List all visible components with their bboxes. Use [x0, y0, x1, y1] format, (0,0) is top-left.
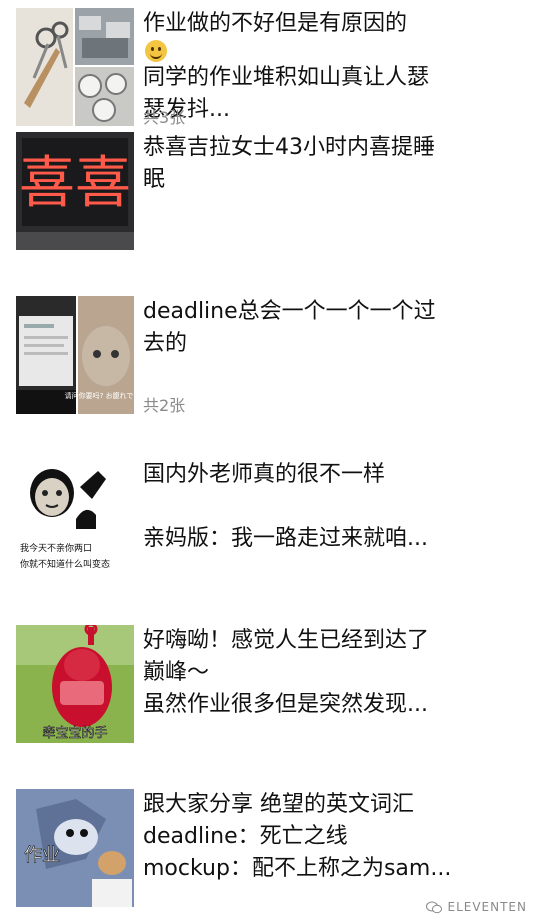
feed-item-5[interactable]: 牵宝宝的手 好嗨呦！感觉人生已经到达了 巅峰～ 虽然作业很多但是突然发现...: [0, 625, 539, 743]
tom-caption: 作业: [24, 845, 60, 866]
source-watermark: ELEVENTEN: [426, 900, 527, 914]
post-line: mockup：配不上称之为sam...: [143, 856, 452, 881]
post-line: 巅峰～: [143, 660, 210, 685]
thumbnail-scissors-photo[interactable]: [16, 8, 134, 126]
post-line: deadline：死亡之线: [143, 824, 348, 849]
post-line: 恭喜吉拉女士43小时内喜提睡: [143, 135, 435, 160]
post-line: 好嗨呦！感觉人生已经到达了: [143, 628, 430, 653]
post-line: 亲妈版：我一路走过来就咱...: [143, 526, 428, 551]
post-line: 瑟发抖...: [143, 97, 230, 122]
thumbnail-tom-and-jerry[interactable]: 作业: [16, 789, 134, 907]
post-title-text: 作业做的不好但是有原因的: [143, 11, 408, 36]
post-title: deadline总会一个一个一个过 去的: [143, 296, 483, 360]
post-line: 眠: [143, 167, 166, 192]
post-line: 同学的作业堆积如山真让人瑟: [143, 65, 430, 90]
post-line: 虽然作业很多但是突然发现...: [143, 692, 428, 717]
post-title: 跟大家分享 绝望的英文词汇 deadline：死亡之线 mockup：配不上称之…: [143, 789, 483, 885]
post-line: 去的: [143, 331, 188, 356]
article-feed: 作业做的不好但是有原因的 同学的作业堆积如山真让人瑟 瑟发抖... 共3张 喜喜…: [0, 0, 539, 924]
panda-caption-1: 我今天不亲你两口: [20, 542, 92, 554]
panda-caption-2: 你就不知道什么叫变态: [20, 558, 110, 570]
feed-item-2[interactable]: 喜喜 恭喜吉拉女士43小时内喜提睡 眠: [0, 132, 539, 250]
thumbnail-panda-meme[interactable]: 我今天不亲你两口 你就不知道什么叫变态: [16, 459, 134, 577]
watermark-text: ELEVENTEN: [447, 900, 527, 914]
post-title: 好嗨呦！感觉人生已经到达了 巅峰～ 虽然作业很多但是突然发现...: [143, 625, 483, 721]
post-line: [143, 491, 483, 523]
image-count: 共3张: [143, 108, 186, 127]
post-title: 恭喜吉拉女士43小时内喜提睡 眠: [143, 132, 483, 196]
post-line: 跟大家分享 绝望的英文词汇: [143, 792, 414, 817]
thumbnail-laptop-cat[interactable]: 请问你要吗? お腹れですか: [16, 296, 134, 414]
post-line: 国内外老师真的很不一样: [143, 462, 386, 487]
post-title: 作业做的不好但是有原因的 同学的作业堆积如山真让人瑟 瑟发抖...: [143, 8, 483, 126]
feed-item-4[interactable]: 我今天不亲你两口 你就不知道什么叫变态 国内外老师真的很不一样 亲妈版：我一路走…: [0, 459, 539, 577]
feed-item-1[interactable]: 作业做的不好但是有原因的 同学的作业堆积如山真让人瑟 瑟发抖... 共3张: [0, 8, 539, 127]
post-line: deadline总会一个一个一个过: [143, 299, 436, 324]
cat-caption: 请问你要吗? お腹れですか: [65, 391, 134, 400]
thumbnail-teletubby[interactable]: 牵宝宝的手: [16, 625, 134, 743]
wechat-icon: [426, 901, 443, 913]
smile-emoji-icon: [145, 40, 167, 62]
thumbnail-led-sign[interactable]: 喜喜: [16, 132, 134, 250]
post-title: 国内外老师真的很不一样 亲妈版：我一路走过来就咱...: [143, 459, 483, 555]
teletubby-caption: 牵宝宝的手: [42, 725, 107, 741]
feed-item-3[interactable]: 请问你要吗? お腹れですか deadline总会一个一个一个过 去的 共2张: [0, 296, 539, 415]
image-count: 共2张: [143, 396, 186, 415]
led-caption: 喜喜: [19, 151, 131, 216]
feed-item-6[interactable]: 作业 跟大家分享 绝望的英文词汇 deadline：死亡之线 mockup：配不…: [0, 789, 539, 907]
